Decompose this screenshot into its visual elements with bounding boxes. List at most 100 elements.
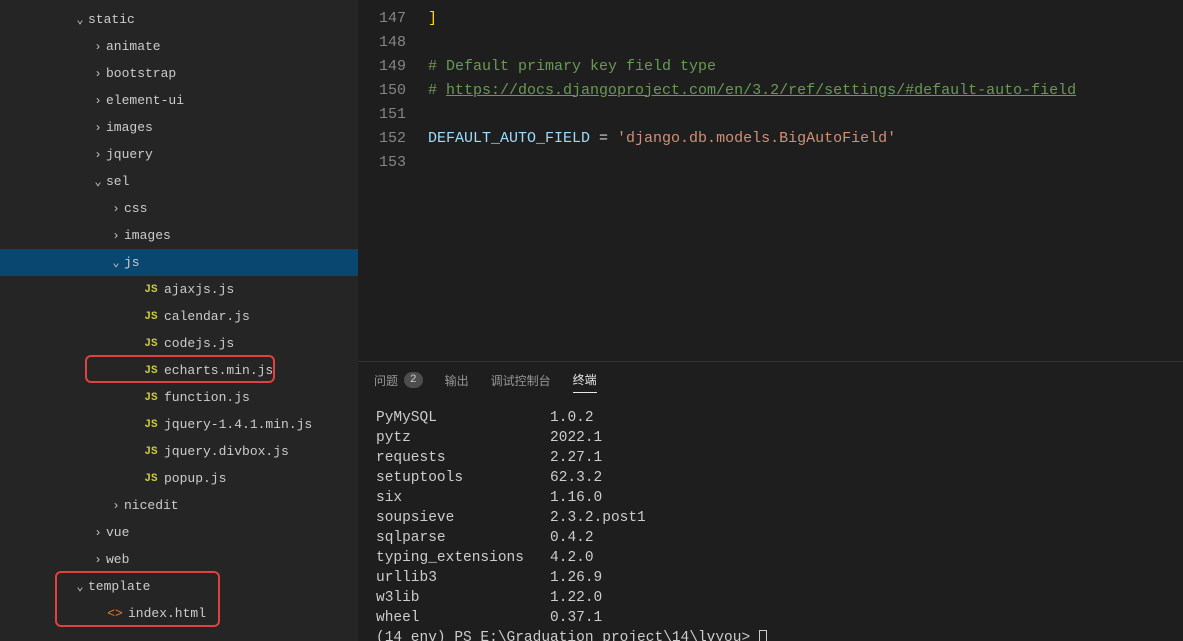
line-content: DEFAULT_AUTO_FIELD = 'django.db.models.B… bbox=[428, 130, 896, 147]
chevron-right-icon: › bbox=[90, 67, 106, 81]
terminal-package-line: pytz 2022.1 bbox=[376, 428, 1165, 448]
js-file-icon: JS bbox=[142, 311, 160, 323]
folder-animate[interactable]: ›animate bbox=[0, 33, 358, 60]
terminal-output[interactable]: PyMySQL 1.0.2pytz 2022.1requests 2.27.1s… bbox=[358, 398, 1183, 641]
main-area: 147]148149# Default primary key field ty… bbox=[358, 0, 1183, 641]
line-number: 151 bbox=[358, 106, 428, 123]
tree-item-label: images bbox=[106, 120, 153, 135]
line-number: 148 bbox=[358, 34, 428, 51]
tree-item-label: echarts.min.js bbox=[164, 363, 273, 378]
terminal-package-line: PyMySQL 1.0.2 bbox=[376, 408, 1165, 428]
file-function.js[interactable]: JS function.js bbox=[0, 384, 358, 411]
tree-item-label: jquery.divbox.js bbox=[164, 444, 289, 459]
folder-template[interactable]: ⌄template bbox=[0, 573, 358, 600]
terminal-package-line: setuptools 62.3.2 bbox=[376, 468, 1165, 488]
tab-terminal-label: 终端 bbox=[573, 371, 597, 388]
js-file-icon: JS bbox=[142, 284, 160, 296]
code-line[interactable]: 148 bbox=[358, 30, 1183, 54]
folder-sel[interactable]: ⌄sel bbox=[0, 168, 358, 195]
chevron-right-icon: › bbox=[108, 229, 124, 243]
terminal-package-line: wheel 0.37.1 bbox=[376, 608, 1165, 628]
tree-item-label: images bbox=[124, 228, 171, 243]
folder-jquery[interactable]: ›jquery bbox=[0, 141, 358, 168]
line-number: 147 bbox=[358, 10, 428, 27]
code-line[interactable]: 150# https://docs.djangoproject.com/en/3… bbox=[358, 78, 1183, 102]
terminal-package-line: w3lib 1.22.0 bbox=[376, 588, 1165, 608]
file-calendar.js[interactable]: JS calendar.js bbox=[0, 303, 358, 330]
chevron-right-icon: › bbox=[90, 40, 106, 54]
tree-item-label: calendar.js bbox=[164, 309, 250, 324]
file-jquery.divbox.js[interactable]: JS jquery.divbox.js bbox=[0, 438, 358, 465]
file-ajaxjs.js[interactable]: JSajaxjs.js bbox=[0, 276, 358, 303]
html-file-icon: <> bbox=[106, 606, 124, 621]
problems-badge: 2 bbox=[404, 372, 423, 388]
tree-item-label: element-ui bbox=[106, 93, 184, 108]
js-file-icon: JS bbox=[142, 473, 160, 485]
file-popup.js[interactable]: JSpopup.js bbox=[0, 465, 358, 492]
chevron-right-icon: › bbox=[108, 499, 124, 513]
file-index.html[interactable]: <> index.html bbox=[0, 600, 358, 627]
js-file-icon: JS bbox=[142, 392, 160, 404]
folder-static[interactable]: ⌄static bbox=[0, 6, 358, 33]
tree-item-label: js bbox=[124, 255, 140, 270]
code-editor[interactable]: 147]148149# Default primary key field ty… bbox=[358, 0, 1183, 361]
code-line[interactable]: 152DEFAULT_AUTO_FIELD = 'django.db.model… bbox=[358, 126, 1183, 150]
tree-item-label: bootstrap bbox=[106, 66, 176, 81]
js-file-icon: JS bbox=[142, 446, 160, 458]
tab-terminal[interactable]: 终端 bbox=[573, 367, 597, 393]
terminal-package-line: urllib3 1.26.9 bbox=[376, 568, 1165, 588]
line-number: 153 bbox=[358, 154, 428, 171]
tree-item-label: jquery-1.4.1.min.js bbox=[164, 417, 312, 432]
folder-images[interactable]: ›images bbox=[0, 222, 358, 249]
line-number: 152 bbox=[358, 130, 428, 147]
panel-tabs: 问题 2 输出 调试控制台 终端 bbox=[358, 362, 1183, 398]
terminal-package-line: six 1.16.0 bbox=[376, 488, 1165, 508]
tab-problems[interactable]: 问题 2 bbox=[374, 368, 423, 393]
terminal-package-line: sqlparse 0.4.2 bbox=[376, 528, 1165, 548]
tree-item-label: web bbox=[106, 552, 129, 567]
tree-item-label: function.js bbox=[164, 390, 250, 405]
chevron-right-icon: › bbox=[90, 526, 106, 540]
tree-item-label: template bbox=[88, 579, 150, 594]
folder-css[interactable]: ›css bbox=[0, 195, 358, 222]
tree-item-label: static bbox=[88, 12, 135, 27]
tree-item-label: css bbox=[124, 201, 147, 216]
tab-debug-console[interactable]: 调试控制台 bbox=[491, 368, 551, 393]
line-content: ] bbox=[428, 10, 437, 27]
chevron-right-icon: › bbox=[90, 553, 106, 567]
code-line[interactable]: 147] bbox=[358, 6, 1183, 30]
code-line[interactable]: 153 bbox=[358, 150, 1183, 174]
code-line[interactable]: 149# Default primary key field type bbox=[358, 54, 1183, 78]
terminal-package-line: soupsieve 2.3.2.post1 bbox=[376, 508, 1165, 528]
tree-item-label: sel bbox=[106, 174, 129, 189]
js-file-icon: JS bbox=[142, 365, 160, 377]
tree-item-label: index.html bbox=[128, 606, 206, 621]
explorer-sidebar[interactable]: ⌄static›animate›bootstrap›element-ui›ima… bbox=[0, 0, 358, 641]
file-jquery-1.4.1.min.js[interactable]: JS jquery-1.4.1.min.js bbox=[0, 411, 358, 438]
folder-js[interactable]: ⌄js bbox=[0, 249, 358, 276]
tree-item-label: jquery bbox=[106, 147, 153, 162]
chevron-right-icon: › bbox=[90, 148, 106, 162]
chevron-right-icon: › bbox=[90, 94, 106, 108]
folder-element-ui[interactable]: ›element-ui bbox=[0, 87, 358, 114]
chevron-right-icon: › bbox=[108, 202, 124, 216]
js-file-icon: JS bbox=[142, 419, 160, 431]
folder-vue[interactable]: ›vue bbox=[0, 519, 358, 546]
tab-output[interactable]: 输出 bbox=[445, 368, 469, 393]
folder-nicedit[interactable]: ›nicedit bbox=[0, 492, 358, 519]
folder-images[interactable]: ›images bbox=[0, 114, 358, 141]
folder-web[interactable]: ›web bbox=[0, 546, 358, 573]
chevron-down-icon: ⌄ bbox=[108, 255, 124, 270]
line-number: 149 bbox=[358, 58, 428, 75]
chevron-down-icon: ⌄ bbox=[90, 174, 106, 189]
terminal-prompt[interactable]: (14_env) PS E:\Graduation_project\14\lvy… bbox=[376, 628, 1165, 641]
tab-debug-console-label: 调试控制台 bbox=[491, 372, 551, 389]
line-content: # Default primary key field type bbox=[428, 58, 716, 75]
tree-item-label: nicedit bbox=[124, 498, 179, 513]
file-codejs.js[interactable]: JScodejs.js bbox=[0, 330, 358, 357]
file-echarts.min.js[interactable]: JS echarts.min.js bbox=[0, 357, 358, 384]
chevron-down-icon: ⌄ bbox=[72, 579, 88, 594]
code-line[interactable]: 151 bbox=[358, 102, 1183, 126]
folder-bootstrap[interactable]: ›bootstrap bbox=[0, 60, 358, 87]
bottom-panel: 问题 2 输出 调试控制台 终端 PyMySQL 1.0.2pytz 2022.… bbox=[358, 361, 1183, 641]
